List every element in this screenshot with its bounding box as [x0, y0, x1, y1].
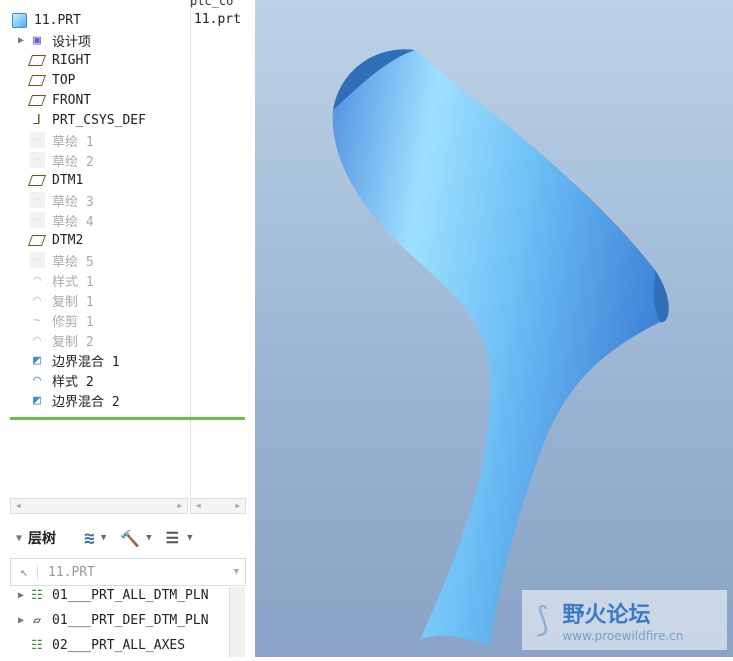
part-icon: [10, 12, 28, 28]
tree-item-label: 复制 2: [52, 334, 94, 350]
layers-icon[interactable]: ≋: [84, 528, 95, 549]
trim-icon: ∼: [33, 312, 41, 328]
plane-icon: [27, 172, 47, 188]
layer-item[interactable]: ☷ 02___PRT_ALL_AXES: [0, 632, 185, 658]
plane-icon: [27, 232, 47, 248]
tree-item[interactable]: ◩ 边界混合 2: [0, 390, 120, 410]
graphics-viewport[interactable]: ⟆ 野火论坛 www.proewildfire.cn: [255, 0, 733, 657]
tree-item[interactable]: TOP: [0, 70, 75, 90]
layer-icon: ▱: [33, 612, 41, 628]
tree-root-label: 11.PRT: [34, 12, 81, 28]
tree-root[interactable]: 11.PRT: [10, 10, 81, 30]
blend-surface: [332, 49, 669, 646]
tree-item[interactable]: ◩ 边界混合 1: [0, 350, 120, 370]
style-icon: ◠: [33, 272, 41, 288]
sketch-icon: ⌒: [28, 152, 46, 168]
tree-item-label: 草绘 1: [52, 134, 94, 150]
vertical-scrollbar[interactable]: [229, 587, 245, 657]
tree-item-label: 设计项: [52, 34, 92, 50]
plane-icon: [27, 92, 47, 108]
chevron-down-icon[interactable]: ▼: [146, 533, 151, 543]
list-icon[interactable]: ☰: [166, 529, 179, 547]
tree-item[interactable]: DTM2: [0, 230, 83, 250]
tree-item-label: PRT_CSYS_DEF: [52, 112, 146, 128]
layer-tree-header: ▼ 层树 ≋ ▼ 🔨 ▼ ☰ ▼: [0, 526, 255, 550]
sketch-icon: ⌒: [28, 212, 46, 228]
tree-item-label: DTM2: [52, 232, 84, 248]
tree-item-label: DTM1: [52, 172, 84, 188]
tree-item[interactable]: ⌒ 草绘 4: [0, 210, 94, 230]
tree-item-label: FRONT: [52, 92, 92, 108]
plane-icon: [27, 52, 47, 68]
tree-item-label: 复制 1: [52, 294, 94, 310]
blend-icon: ◩: [33, 352, 41, 368]
csys-icon: ⅃: [33, 112, 41, 128]
layer-item[interactable]: ▶ ☷ 01___PRT_ALL_DTM_PLN: [0, 582, 209, 608]
tree-item[interactable]: ⌒ 草绘 5: [0, 250, 94, 270]
tree-item[interactable]: DTM1: [0, 170, 83, 190]
group-icon: ▣: [33, 32, 41, 48]
tree-item[interactable]: ⌒ 草绘 2: [0, 150, 94, 170]
tree-item-label: 边界混合 1: [52, 354, 120, 370]
tree-item-label: 草绘 5: [52, 254, 94, 270]
watermark-url: www.proewildfire.cn: [562, 629, 684, 643]
tree-item[interactable]: ∼ 修剪 1: [0, 310, 94, 330]
layer-item[interactable]: ▶ ▱ 01___PRT_DEF_DTM_PLN: [0, 607, 209, 633]
layer-item-label: 02___PRT_ALL_AXES: [52, 637, 186, 653]
horizontal-scrollbar-2[interactable]: ◀ ▶: [190, 498, 246, 514]
layer-item-label: 01___PRT_ALL_DTM_PLN: [52, 587, 209, 603]
column-divider[interactable]: [190, 0, 191, 495]
layer-icon: ☷: [31, 587, 43, 603]
tree-item[interactable]: ◠ 样式 2: [0, 370, 94, 390]
tree-item[interactable]: ⌒ 草绘 3: [0, 190, 94, 210]
watermark-logo-icon: ⟆: [532, 600, 553, 640]
watermark-title: 野火论坛: [562, 603, 651, 628]
model-tree-panel: ptc_co 11.prt 11.PRT ▶ ▣ 设计项 RIGHT TOP FRONT ⅃…: [0, 0, 255, 657]
plane-icon: [27, 72, 47, 88]
chevron-down-icon[interactable]: ▼: [101, 533, 106, 543]
copy-icon: ◠: [33, 332, 41, 348]
expand-arrow-icon[interactable]: ▶: [18, 35, 28, 46]
layer-item-label: 01___PRT_DEF_DTM_PLN: [52, 612, 209, 628]
tree-item-label: 样式 1: [52, 274, 94, 290]
selector-value: 11.PRT: [48, 564, 95, 580]
tree-item-label: TOP: [52, 72, 76, 88]
tree-item[interactable]: FRONT: [0, 90, 91, 110]
tree-item-label: RIGHT: [52, 52, 92, 68]
watermark: ⟆ 野火论坛 www.proewildfire.cn: [522, 590, 727, 650]
column-header[interactable]: ptc_co: [190, 0, 250, 8]
insert-indicator[interactable]: [10, 417, 245, 420]
horizontal-scrollbar[interactable]: ◀ ▶: [10, 498, 188, 514]
layer-tree-title: 层树: [28, 531, 57, 547]
sketch-icon: ⌒: [28, 132, 46, 148]
column-value: 11.prt: [194, 12, 241, 27]
tree-item-label: 草绘 2: [52, 154, 94, 170]
tree-item-label: 修剪 1: [52, 314, 94, 330]
tree-item[interactable]: ◠ 复制 1: [0, 290, 94, 310]
blend-icon: ◩: [33, 392, 41, 408]
layer-icon: ☷: [31, 637, 43, 653]
copy-icon: ◠: [33, 292, 41, 308]
tree-item-label: 草绘 3: [52, 194, 94, 210]
tree-item[interactable]: ◠ 样式 1: [0, 270, 94, 290]
tools-icon[interactable]: 🔨: [120, 529, 140, 548]
chevron-down-icon: ▼: [233, 567, 239, 577]
tree-item[interactable]: ⌒ 草绘 1: [0, 130, 94, 150]
select-arrow-icon: ↖: [11, 564, 38, 580]
collapse-icon[interactable]: ▼: [16, 533, 22, 544]
surface-model: [332, 49, 669, 646]
expand-arrow-icon[interactable]: ▶: [18, 615, 28, 626]
tree-item[interactable]: RIGHT: [0, 50, 91, 70]
sketch-icon: ⌒: [28, 192, 46, 208]
tree-item[interactable]: ⅃ PRT_CSYS_DEF: [0, 110, 146, 130]
tree-item-label: 草绘 4: [52, 214, 94, 230]
tree-item-label: 边界混合 2: [52, 394, 120, 410]
tree-item[interactable]: ▶ ▣ 设计项: [0, 30, 91, 50]
sketch-icon: ⌒: [28, 252, 46, 268]
style-icon: ◠: [33, 372, 41, 388]
tree-item[interactable]: ◠ 复制 2: [0, 330, 94, 350]
tree-item-label: 样式 2: [52, 374, 94, 390]
expand-arrow-icon[interactable]: ▶: [18, 590, 28, 601]
chevron-down-icon[interactable]: ▼: [187, 533, 192, 543]
